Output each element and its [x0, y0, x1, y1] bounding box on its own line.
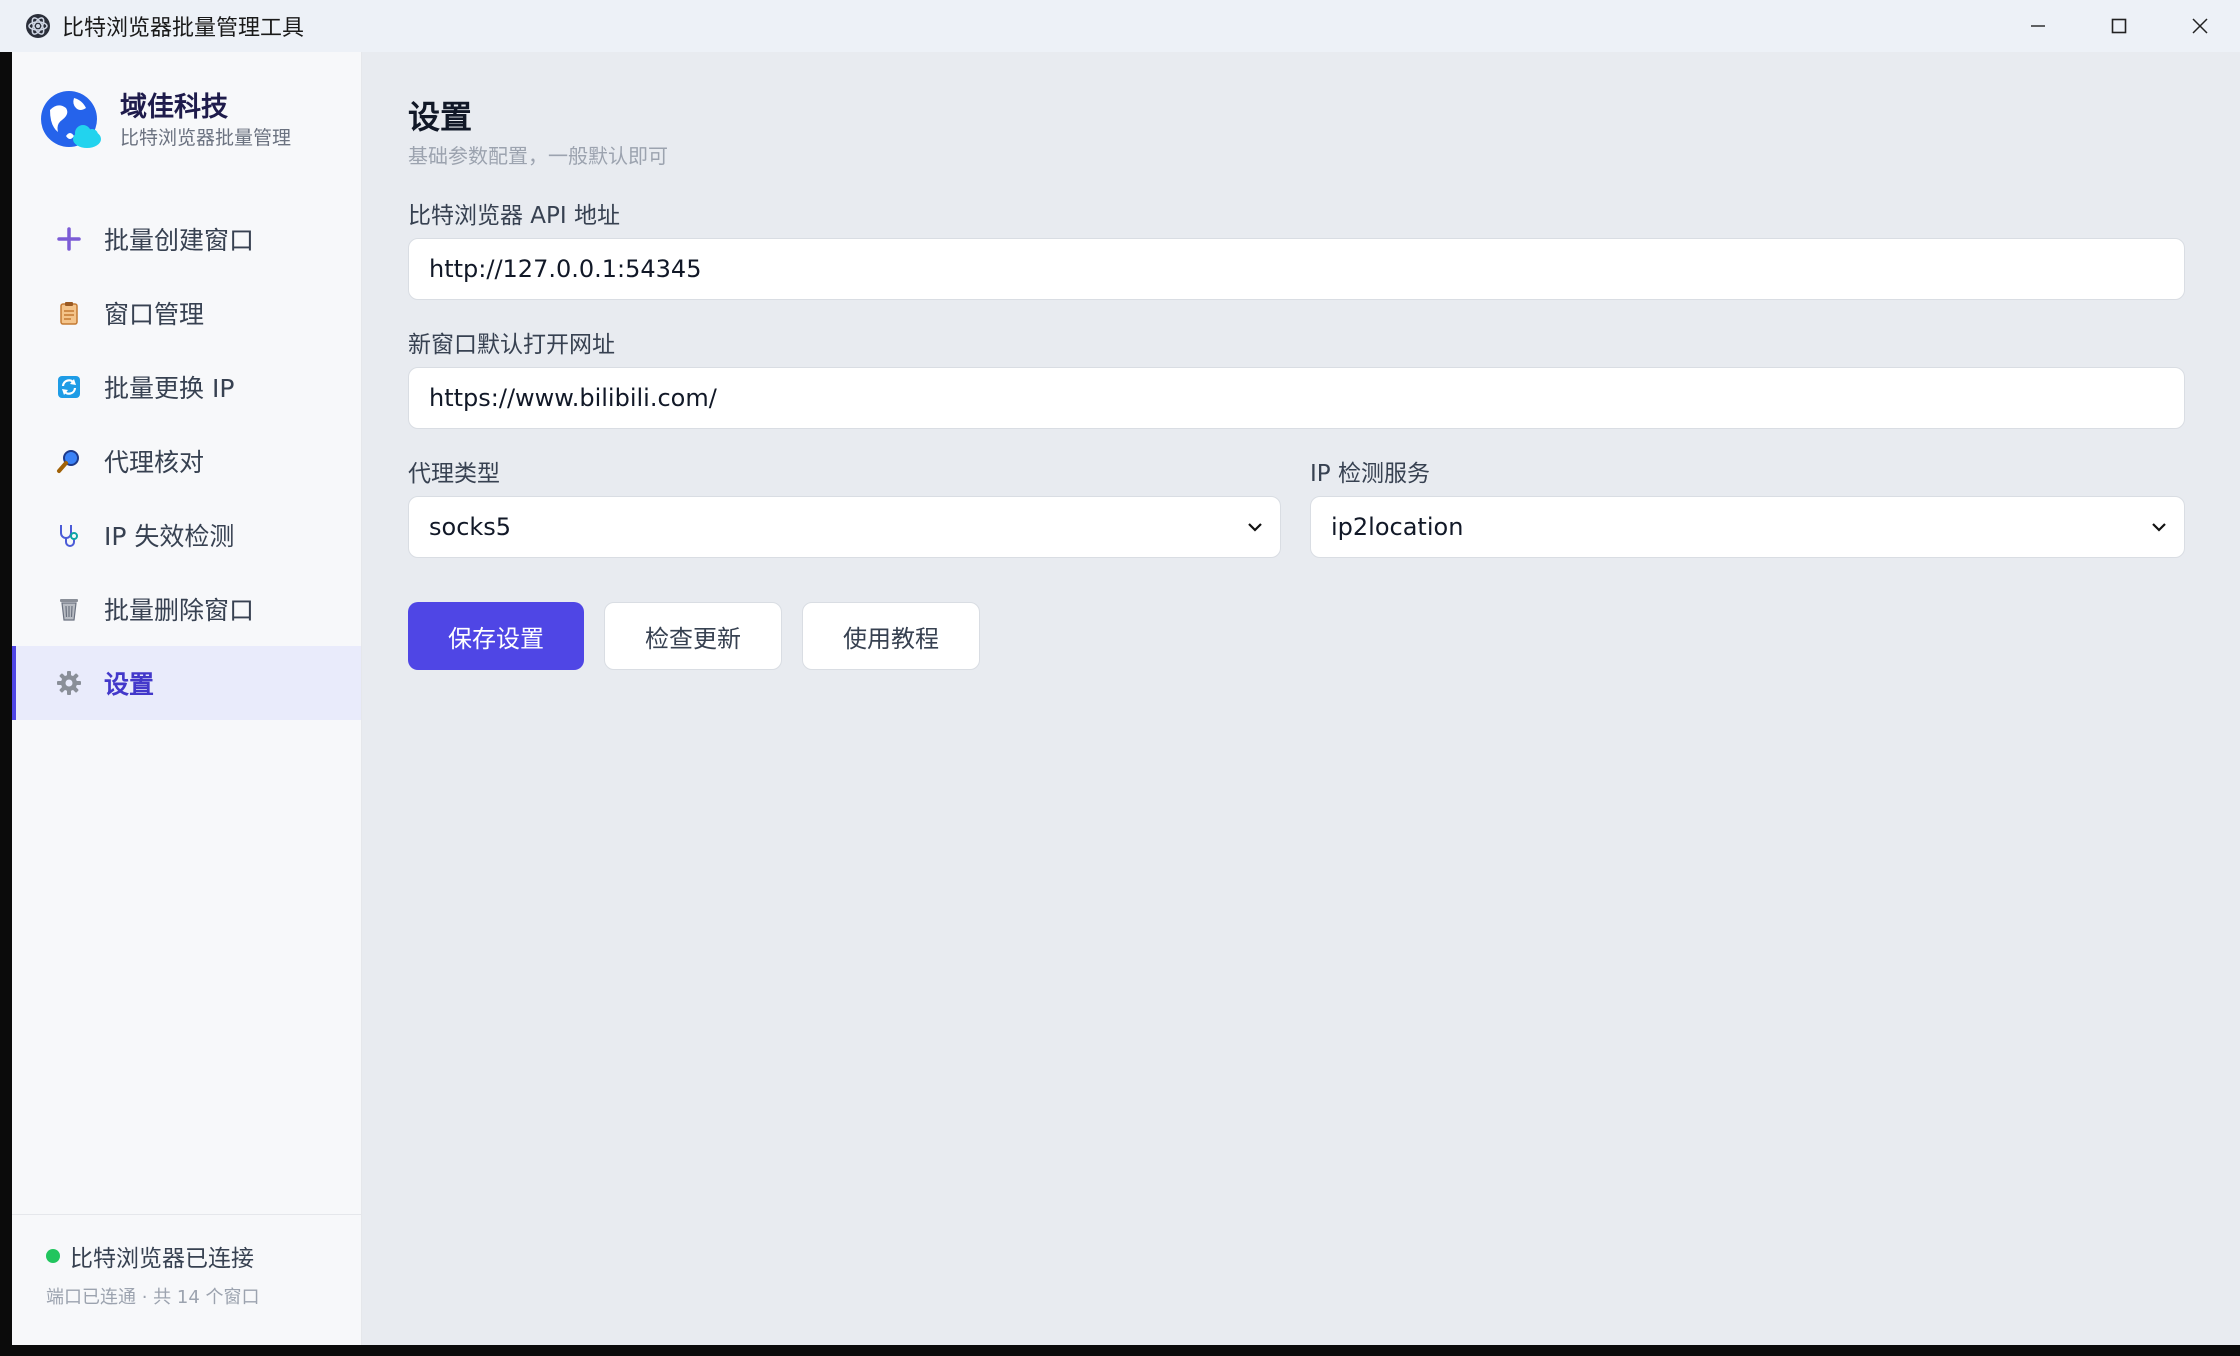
refresh-icon — [54, 372, 84, 402]
sidebar-item-label: 窗口管理 — [104, 300, 205, 329]
ip-check-service-value: ip2location — [1331, 513, 1464, 541]
api-address-value: http://127.0.0.1:54345 — [429, 255, 702, 283]
api-address-label: 比特浏览器 API 地址 — [408, 203, 621, 229]
window-controls — [1997, 0, 2240, 52]
title-bar: 比特浏览器批量管理工具 — [0, 0, 2240, 52]
globe-cloud-logo-icon — [40, 90, 102, 152]
clipboard-icon — [54, 298, 84, 328]
chevron-down-icon — [1248, 523, 1262, 532]
stethoscope-icon — [54, 520, 84, 550]
close-button[interactable] — [2159, 0, 2240, 52]
brand: 域佳科技 比特浏览器批量管理 — [40, 90, 291, 152]
page-title: 设置 — [408, 98, 473, 136]
plus-icon — [54, 224, 84, 254]
sidebar-item-proxy-check[interactable]: 代理核对 — [12, 424, 361, 498]
sidebar-nav: 批量创建窗口 窗口管理 批量更换 IP 代理核对 IP 失效检测 批量删除窗口 … — [12, 202, 361, 720]
sidebar-item-label: IP 失效检测 — [104, 522, 235, 551]
proxy-type-select[interactable]: socks5 — [408, 496, 1281, 558]
api-address-input[interactable]: http://127.0.0.1:54345 — [408, 238, 2185, 300]
window-title: 比特浏览器批量管理工具 — [62, 16, 305, 41]
trash-icon — [54, 594, 84, 624]
default-url-value: https://www.bilibili.com/ — [429, 384, 717, 412]
app-window: 比特浏览器批量管理工具 域佳科技 比特浏览器批量管理 批量创建窗口 窗口管理 批… — [0, 0, 2240, 1345]
magnifier-icon — [54, 446, 84, 476]
default-url-input[interactable]: https://www.bilibili.com/ — [408, 367, 2185, 429]
minimize-button[interactable] — [1997, 0, 2078, 52]
close-icon — [2191, 18, 2208, 34]
sidebar-item-label: 批量创建窗口 — [104, 226, 255, 255]
chevron-down-icon — [2152, 523, 2166, 532]
proxy-type-value: socks5 — [429, 513, 512, 541]
proxy-type-label: 代理类型 — [408, 461, 500, 487]
sidebar-item-window-manage[interactable]: 窗口管理 — [12, 276, 361, 350]
sidebar-item-batch-delete[interactable]: 批量删除窗口 — [12, 572, 361, 646]
sidebar-item-batch-change-ip[interactable]: 批量更换 IP — [12, 350, 361, 424]
connection-status: 比特浏览器已连接 端口已连通 · 共 14 个窗口 — [12, 1214, 361, 1345]
save-settings-button[interactable]: 保存设置 — [408, 602, 584, 670]
maximize-button[interactable] — [2078, 0, 2159, 52]
status-text: 比特浏览器已连接 — [70, 1246, 254, 1272]
brand-name: 域佳科技 — [120, 92, 228, 123]
sidebar-item-settings[interactable]: 设置 — [12, 646, 361, 720]
check-update-button[interactable]: 检查更新 — [604, 602, 782, 670]
minimize-icon — [2030, 25, 2045, 27]
window-left-edge — [0, 52, 12, 1345]
gear-icon — [54, 668, 84, 698]
app-logo-icon — [24, 12, 52, 40]
status-dot — [46, 1249, 60, 1263]
sidebar-item-label: 批量删除窗口 — [104, 596, 255, 625]
main-content: 设置 基础参数配置，一般默认即可 比特浏览器 API 地址 http://127… — [362, 52, 2240, 1345]
ip-check-service-select[interactable]: ip2location — [1310, 496, 2185, 558]
sidebar-item-batch-create[interactable]: 批量创建窗口 — [12, 202, 361, 276]
default-url-label: 新窗口默认打开网址 — [408, 332, 615, 358]
maximize-icon — [2111, 18, 2126, 34]
page-subtitle: 基础参数配置，一般默认即可 — [408, 144, 668, 168]
sidebar-item-ip-invalid-detect[interactable]: IP 失效检测 — [12, 498, 361, 572]
sidebar-item-label: 代理核对 — [104, 448, 205, 477]
sidebar-item-label: 设置 — [104, 670, 155, 699]
sidebar-item-label: 批量更换 IP — [104, 374, 235, 403]
tutorial-button[interactable]: 使用教程 — [802, 602, 980, 670]
sidebar: 域佳科技 比特浏览器批量管理 批量创建窗口 窗口管理 批量更换 IP 代理核对 … — [12, 52, 362, 1345]
ip-check-service-label: IP 检测服务 — [1310, 461, 1430, 487]
brand-subtitle: 比特浏览器批量管理 — [120, 127, 292, 149]
status-detail: 端口已连通 · 共 14 个窗口 — [46, 1287, 260, 1308]
